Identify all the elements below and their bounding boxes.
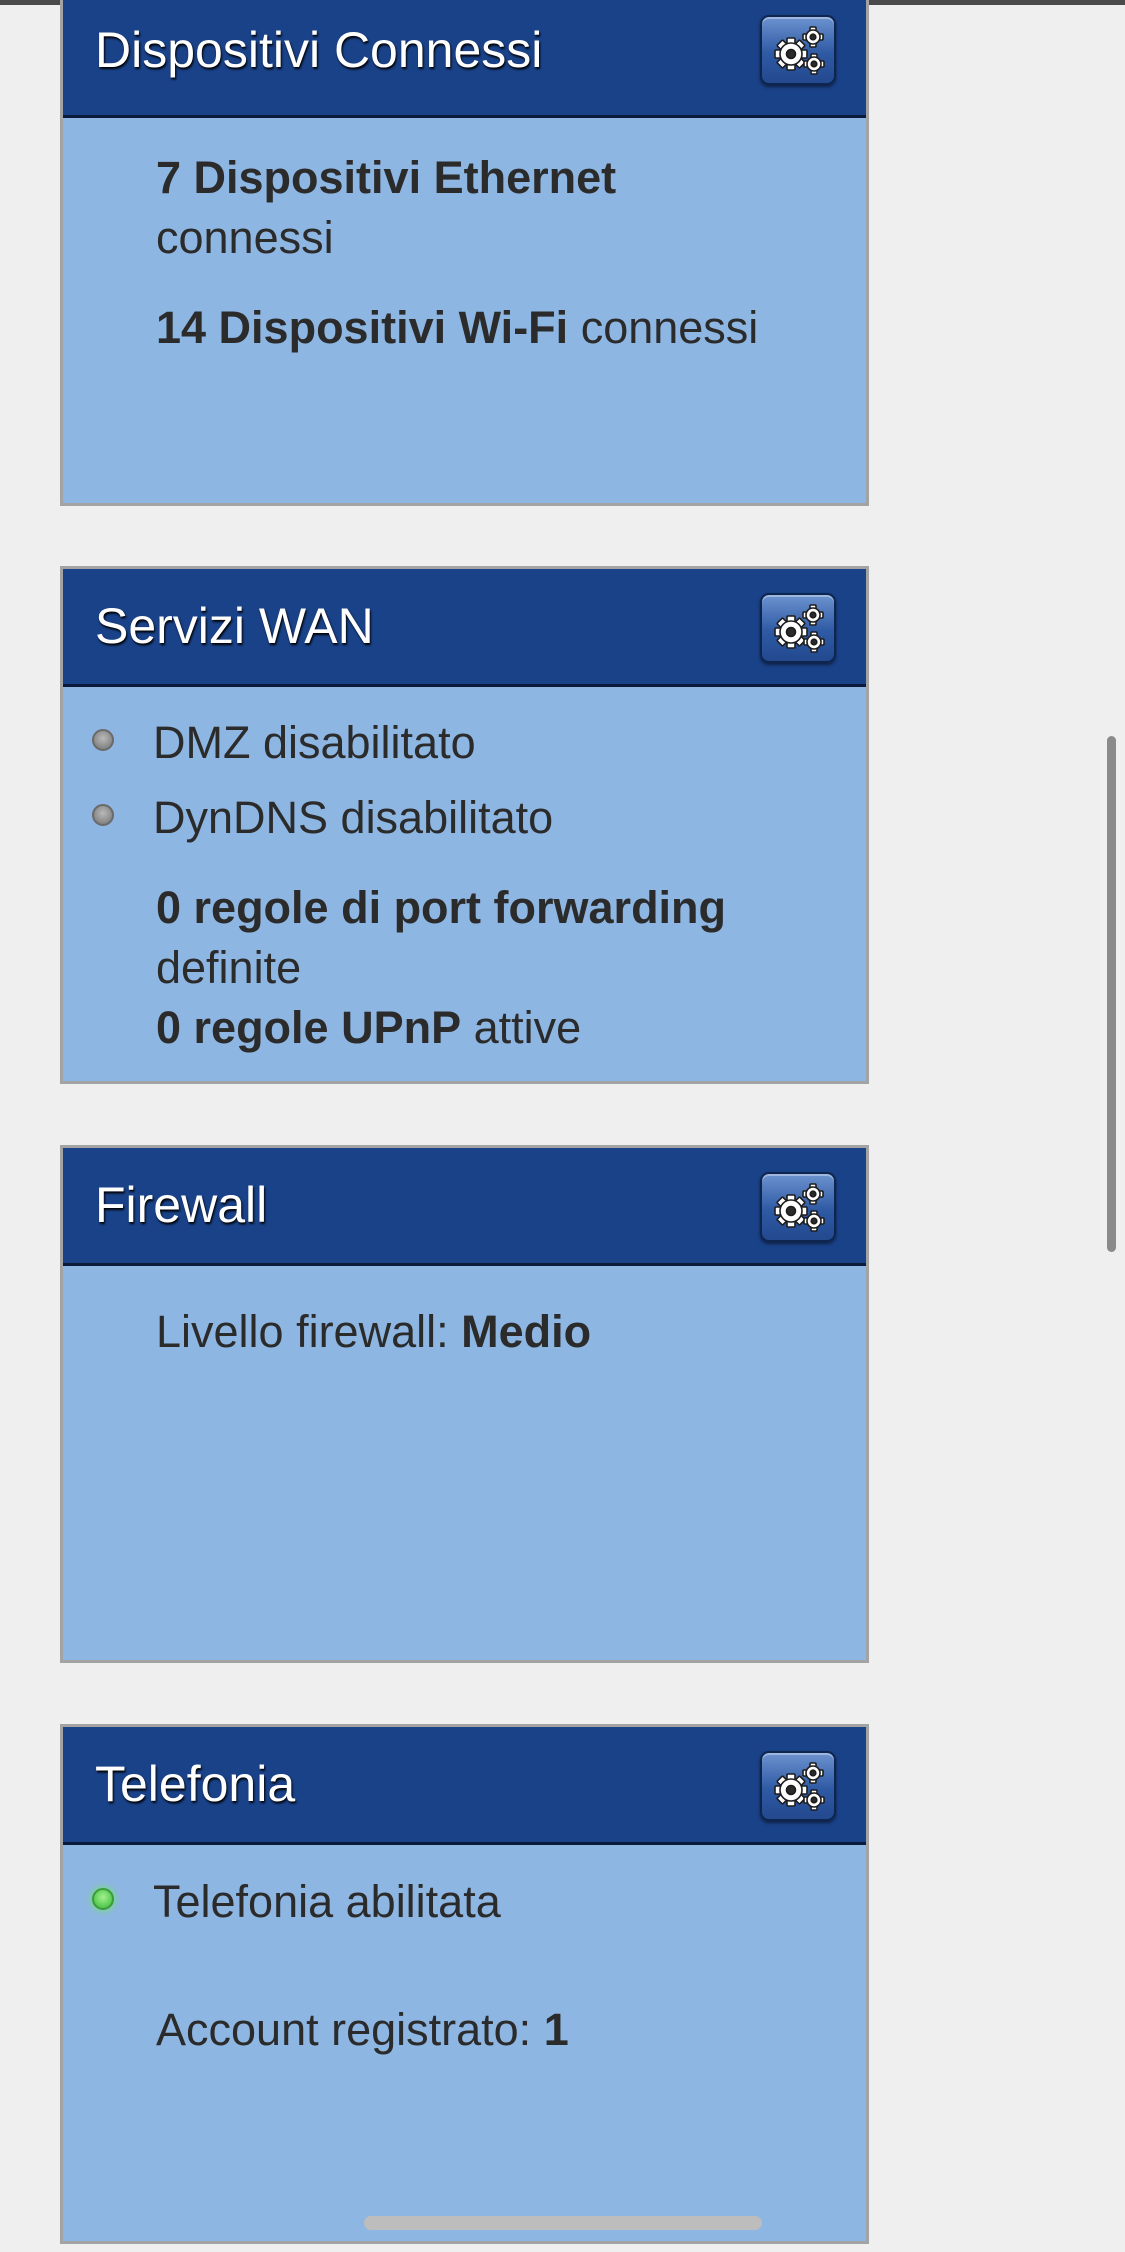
dyndns-status-item: DynDNS disabilitato bbox=[63, 790, 863, 846]
panel-header: Servizi WAN bbox=[63, 569, 866, 687]
firewall-settings-button[interactable] bbox=[760, 1172, 836, 1242]
wifi-suffix: connessi bbox=[580, 302, 759, 353]
connected-devices-settings-button[interactable] bbox=[760, 15, 836, 85]
firewall-panel: Firewall Livello firewall: Medio bbox=[60, 1145, 869, 1663]
green-status-dot-icon bbox=[92, 1888, 114, 1910]
wan-services-panel: Servizi WAN DMZ disabilitato DynDNS disa… bbox=[60, 566, 869, 1084]
upnp-rules: 0 regole UPnP attive bbox=[156, 1000, 581, 1056]
upnp-suffix: attive bbox=[473, 1002, 582, 1053]
ethernet-devices-suffix: connessi bbox=[156, 212, 334, 263]
panel-header: Firewall bbox=[63, 1148, 866, 1266]
gears-icon bbox=[774, 1762, 825, 1811]
wan-services-settings-button[interactable] bbox=[760, 593, 836, 663]
wifi-count-label: 14 Dispositivi Wi-Fi bbox=[156, 302, 569, 353]
port-forwarding-suffix: definite bbox=[156, 942, 302, 993]
registered-accounts: Account registrato: 1 bbox=[156, 2002, 569, 2058]
vertical-scrollbar[interactable] bbox=[1107, 736, 1116, 1252]
panel-title: Dispositivi Connessi bbox=[95, 22, 543, 78]
dmz-status: DMZ disabilitato bbox=[153, 717, 476, 768]
telephony-status-item: Telefonia abilitata bbox=[63, 1874, 863, 1930]
wifi-devices-count: 14 Dispositivi Wi-Fi connessi bbox=[156, 300, 758, 356]
upnp-label: 0 regole UPnP bbox=[156, 1002, 462, 1053]
grey-status-dot-icon bbox=[92, 729, 114, 751]
telephony-panel: Telefonia Telefonia abilitata Account re… bbox=[60, 1724, 869, 2244]
panel-header: Telefonia bbox=[63, 1727, 866, 1845]
gears-icon bbox=[774, 1183, 825, 1232]
gears-icon bbox=[774, 604, 825, 653]
port-forwarding-rules: 0 regole di port forwarding bbox=[156, 882, 727, 933]
registered-accounts-value: 1 bbox=[543, 2004, 569, 2055]
telephony-status: Telefonia abilitata bbox=[153, 1876, 501, 1927]
firewall-level-label: Livello firewall: bbox=[156, 1306, 449, 1357]
dyndns-status: DynDNS disabilitato bbox=[153, 792, 554, 843]
gears-icon bbox=[774, 26, 825, 75]
panel-header: Dispositivi Connessi bbox=[63, 0, 866, 118]
telephony-settings-button[interactable] bbox=[760, 1751, 836, 1821]
panel-title: Telefonia bbox=[95, 1756, 296, 1812]
home-indicator[interactable] bbox=[364, 2216, 762, 2230]
ethernet-devices-count: 7 Dispositivi Ethernet bbox=[156, 152, 617, 203]
registered-accounts-label: Account registrato: bbox=[156, 2004, 532, 2055]
firewall-level: Livello firewall: Medio bbox=[156, 1304, 591, 1360]
firewall-level-value: Medio bbox=[461, 1306, 592, 1357]
panel-title: Firewall bbox=[95, 1177, 268, 1233]
grey-status-dot-icon bbox=[92, 804, 114, 826]
panel-title: Servizi WAN bbox=[95, 598, 374, 654]
dmz-status-item: DMZ disabilitato bbox=[63, 715, 863, 771]
connected-devices-panel: Dispositivi Connessi 7 Dispositivi Ether… bbox=[60, 0, 869, 506]
